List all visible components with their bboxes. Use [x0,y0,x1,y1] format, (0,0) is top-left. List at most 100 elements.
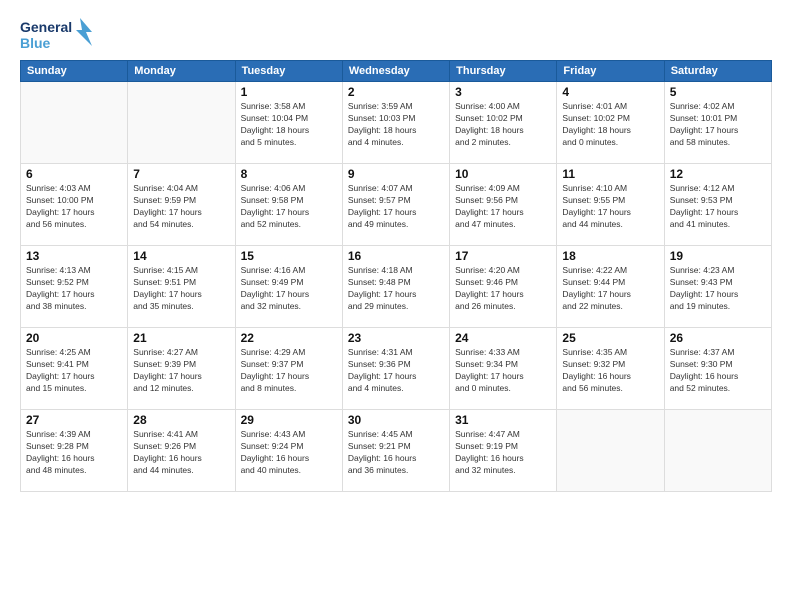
calendar-cell: 15 Sunrise: 4:16 AM Sunset: 9:49 PM Dayli… [235,246,342,328]
day-info: Sunrise: 4:13 AM Sunset: 9:52 PM Dayligh… [26,265,122,313]
calendar-cell [128,82,235,164]
day-number: 31 [455,413,551,427]
calendar-cell: 28 Sunrise: 4:41 AM Sunset: 9:26 PM Dayli… [128,410,235,492]
calendar-cell: 12 Sunrise: 4:12 AM Sunset: 9:53 PM Dayli… [664,164,771,246]
day-info: Sunrise: 4:39 AM Sunset: 9:28 PM Dayligh… [26,429,122,477]
day-number: 20 [26,331,122,345]
day-info: Sunrise: 4:33 AM Sunset: 9:34 PM Dayligh… [455,347,551,395]
calendar-cell: 16 Sunrise: 4:18 AM Sunset: 9:48 PM Dayli… [342,246,449,328]
day-number: 10 [455,167,551,181]
day-number: 19 [670,249,766,263]
calendar-day-header: Sunday [21,61,128,82]
day-number: 17 [455,249,551,263]
calendar-day-header: Monday [128,61,235,82]
calendar-cell: 31 Sunrise: 4:47 AM Sunset: 9:19 PM Dayli… [450,410,557,492]
svg-text:General: General [20,19,72,35]
day-number: 12 [670,167,766,181]
calendar-header-row: SundayMondayTuesdayWednesdayThursdayFrid… [21,61,772,82]
day-info: Sunrise: 4:25 AM Sunset: 9:41 PM Dayligh… [26,347,122,395]
calendar-cell: 6 Sunrise: 4:03 AM Sunset: 10:00 PM Dayli… [21,164,128,246]
day-info: Sunrise: 4:04 AM Sunset: 9:59 PM Dayligh… [133,183,229,231]
calendar-cell: 18 Sunrise: 4:22 AM Sunset: 9:44 PM Dayli… [557,246,664,328]
calendar-week-row: 6 Sunrise: 4:03 AM Sunset: 10:00 PM Dayli… [21,164,772,246]
day-number: 2 [348,85,444,99]
day-number: 25 [562,331,658,345]
day-info: Sunrise: 4:45 AM Sunset: 9:21 PM Dayligh… [348,429,444,477]
day-info: Sunrise: 3:59 AM Sunset: 10:03 PM Daylig… [348,101,444,149]
day-info: Sunrise: 4:07 AM Sunset: 9:57 PM Dayligh… [348,183,444,231]
day-number: 18 [562,249,658,263]
calendar-cell [664,410,771,492]
day-info: Sunrise: 4:41 AM Sunset: 9:26 PM Dayligh… [133,429,229,477]
calendar-cell: 13Sunrise: 4:13 AM Sunset: 9:52 PM Dayli… [21,246,128,328]
calendar-cell: 8 Sunrise: 4:06 AM Sunset: 9:58 PM Daylig… [235,164,342,246]
calendar-day-header: Saturday [664,61,771,82]
day-info: Sunrise: 4:27 AM Sunset: 9:39 PM Dayligh… [133,347,229,395]
calendar-cell: 29 Sunrise: 4:43 AM Sunset: 9:24 PM Dayli… [235,410,342,492]
page: GeneralBlue SundayMondayTuesdayWednesday… [0,0,792,612]
day-number: 30 [348,413,444,427]
day-number: 29 [241,413,337,427]
day-number: 8 [241,167,337,181]
day-info: Sunrise: 4:02 AM Sunset: 10:01 PM Daylig… [670,101,766,149]
day-number: 21 [133,331,229,345]
day-info: Sunrise: 4:00 AM Sunset: 10:02 PM Daylig… [455,101,551,149]
day-info: Sunrise: 4:16 AM Sunset: 9:49 PM Dayligh… [241,265,337,313]
day-info: Sunrise: 4:09 AM Sunset: 9:56 PM Dayligh… [455,183,551,231]
day-info: Sunrise: 4:03 AM Sunset: 10:00 PM Daylig… [26,183,122,231]
calendar-cell: 21 Sunrise: 4:27 AM Sunset: 9:39 PM Dayli… [128,328,235,410]
day-info: Sunrise: 4:12 AM Sunset: 9:53 PM Dayligh… [670,183,766,231]
calendar-week-row: 1 Sunrise: 3:58 AM Sunset: 10:04 PM Dayli… [21,82,772,164]
day-number: 6 [26,167,122,181]
calendar-week-row: 13Sunrise: 4:13 AM Sunset: 9:52 PM Dayli… [21,246,772,328]
day-info: Sunrise: 4:47 AM Sunset: 9:19 PM Dayligh… [455,429,551,477]
calendar-cell: 19 Sunrise: 4:23 AM Sunset: 9:43 PM Dayli… [664,246,771,328]
calendar-cell: 22 Sunrise: 4:29 AM Sunset: 9:37 PM Dayli… [235,328,342,410]
day-info: Sunrise: 4:18 AM Sunset: 9:48 PM Dayligh… [348,265,444,313]
day-number: 26 [670,331,766,345]
calendar-cell: 23Sunrise: 4:31 AM Sunset: 9:36 PM Dayli… [342,328,449,410]
day-number: 4 [562,85,658,99]
day-info: Sunrise: 4:06 AM Sunset: 9:58 PM Dayligh… [241,183,337,231]
day-info: Sunrise: 4:15 AM Sunset: 9:51 PM Dayligh… [133,265,229,313]
day-info: Sunrise: 4:29 AM Sunset: 9:37 PM Dayligh… [241,347,337,395]
day-number: 15 [241,249,337,263]
day-info: Sunrise: 4:43 AM Sunset: 9:24 PM Dayligh… [241,429,337,477]
day-info: Sunrise: 4:23 AM Sunset: 9:43 PM Dayligh… [670,265,766,313]
day-number: 14 [133,249,229,263]
day-number: 5 [670,85,766,99]
day-info: Sunrise: 4:37 AM Sunset: 9:30 PM Dayligh… [670,347,766,395]
calendar-cell: 20 Sunrise: 4:25 AM Sunset: 9:41 PM Dayli… [21,328,128,410]
calendar-day-header: Tuesday [235,61,342,82]
calendar-week-row: 20 Sunrise: 4:25 AM Sunset: 9:41 PM Dayli… [21,328,772,410]
logo-icon: GeneralBlue [20,16,100,52]
calendar-cell: 14 Sunrise: 4:15 AM Sunset: 9:51 PM Dayli… [128,246,235,328]
day-number: 7 [133,167,229,181]
day-number: 1 [241,85,337,99]
calendar-day-header: Wednesday [342,61,449,82]
calendar-cell [557,410,664,492]
day-info: Sunrise: 3:58 AM Sunset: 10:04 PM Daylig… [241,101,337,149]
calendar-cell: 25 Sunrise: 4:35 AM Sunset: 9:32 PM Dayli… [557,328,664,410]
svg-text:Blue: Blue [20,35,51,51]
calendar-cell [21,82,128,164]
calendar-cell: 2 Sunrise: 3:59 AM Sunset: 10:03 PM Dayli… [342,82,449,164]
day-number: 28 [133,413,229,427]
day-info: Sunrise: 4:35 AM Sunset: 9:32 PM Dayligh… [562,347,658,395]
calendar-cell: 24 Sunrise: 4:33 AM Sunset: 9:34 PM Dayli… [450,328,557,410]
day-info: Sunrise: 4:22 AM Sunset: 9:44 PM Dayligh… [562,265,658,313]
calendar-table: SundayMondayTuesdayWednesdayThursdayFrid… [20,60,772,492]
day-number: 22 [241,331,337,345]
calendar-week-row: 27 Sunrise: 4:39 AM Sunset: 9:28 PM Dayli… [21,410,772,492]
calendar-cell: 7 Sunrise: 4:04 AM Sunset: 9:59 PM Daylig… [128,164,235,246]
day-number: 16 [348,249,444,263]
calendar-day-header: Thursday [450,61,557,82]
logo: GeneralBlue [20,16,100,52]
day-number: 27 [26,413,122,427]
calendar-cell: 30 Sunrise: 4:45 AM Sunset: 9:21 PM Dayli… [342,410,449,492]
header: GeneralBlue [20,16,772,52]
day-info: Sunrise: 4:10 AM Sunset: 9:55 PM Dayligh… [562,183,658,231]
day-number: 24 [455,331,551,345]
calendar-cell: 10 Sunrise: 4:09 AM Sunset: 9:56 PM Dayli… [450,164,557,246]
calendar-cell: 4Sunrise: 4:01 AM Sunset: 10:02 PM Dayli… [557,82,664,164]
